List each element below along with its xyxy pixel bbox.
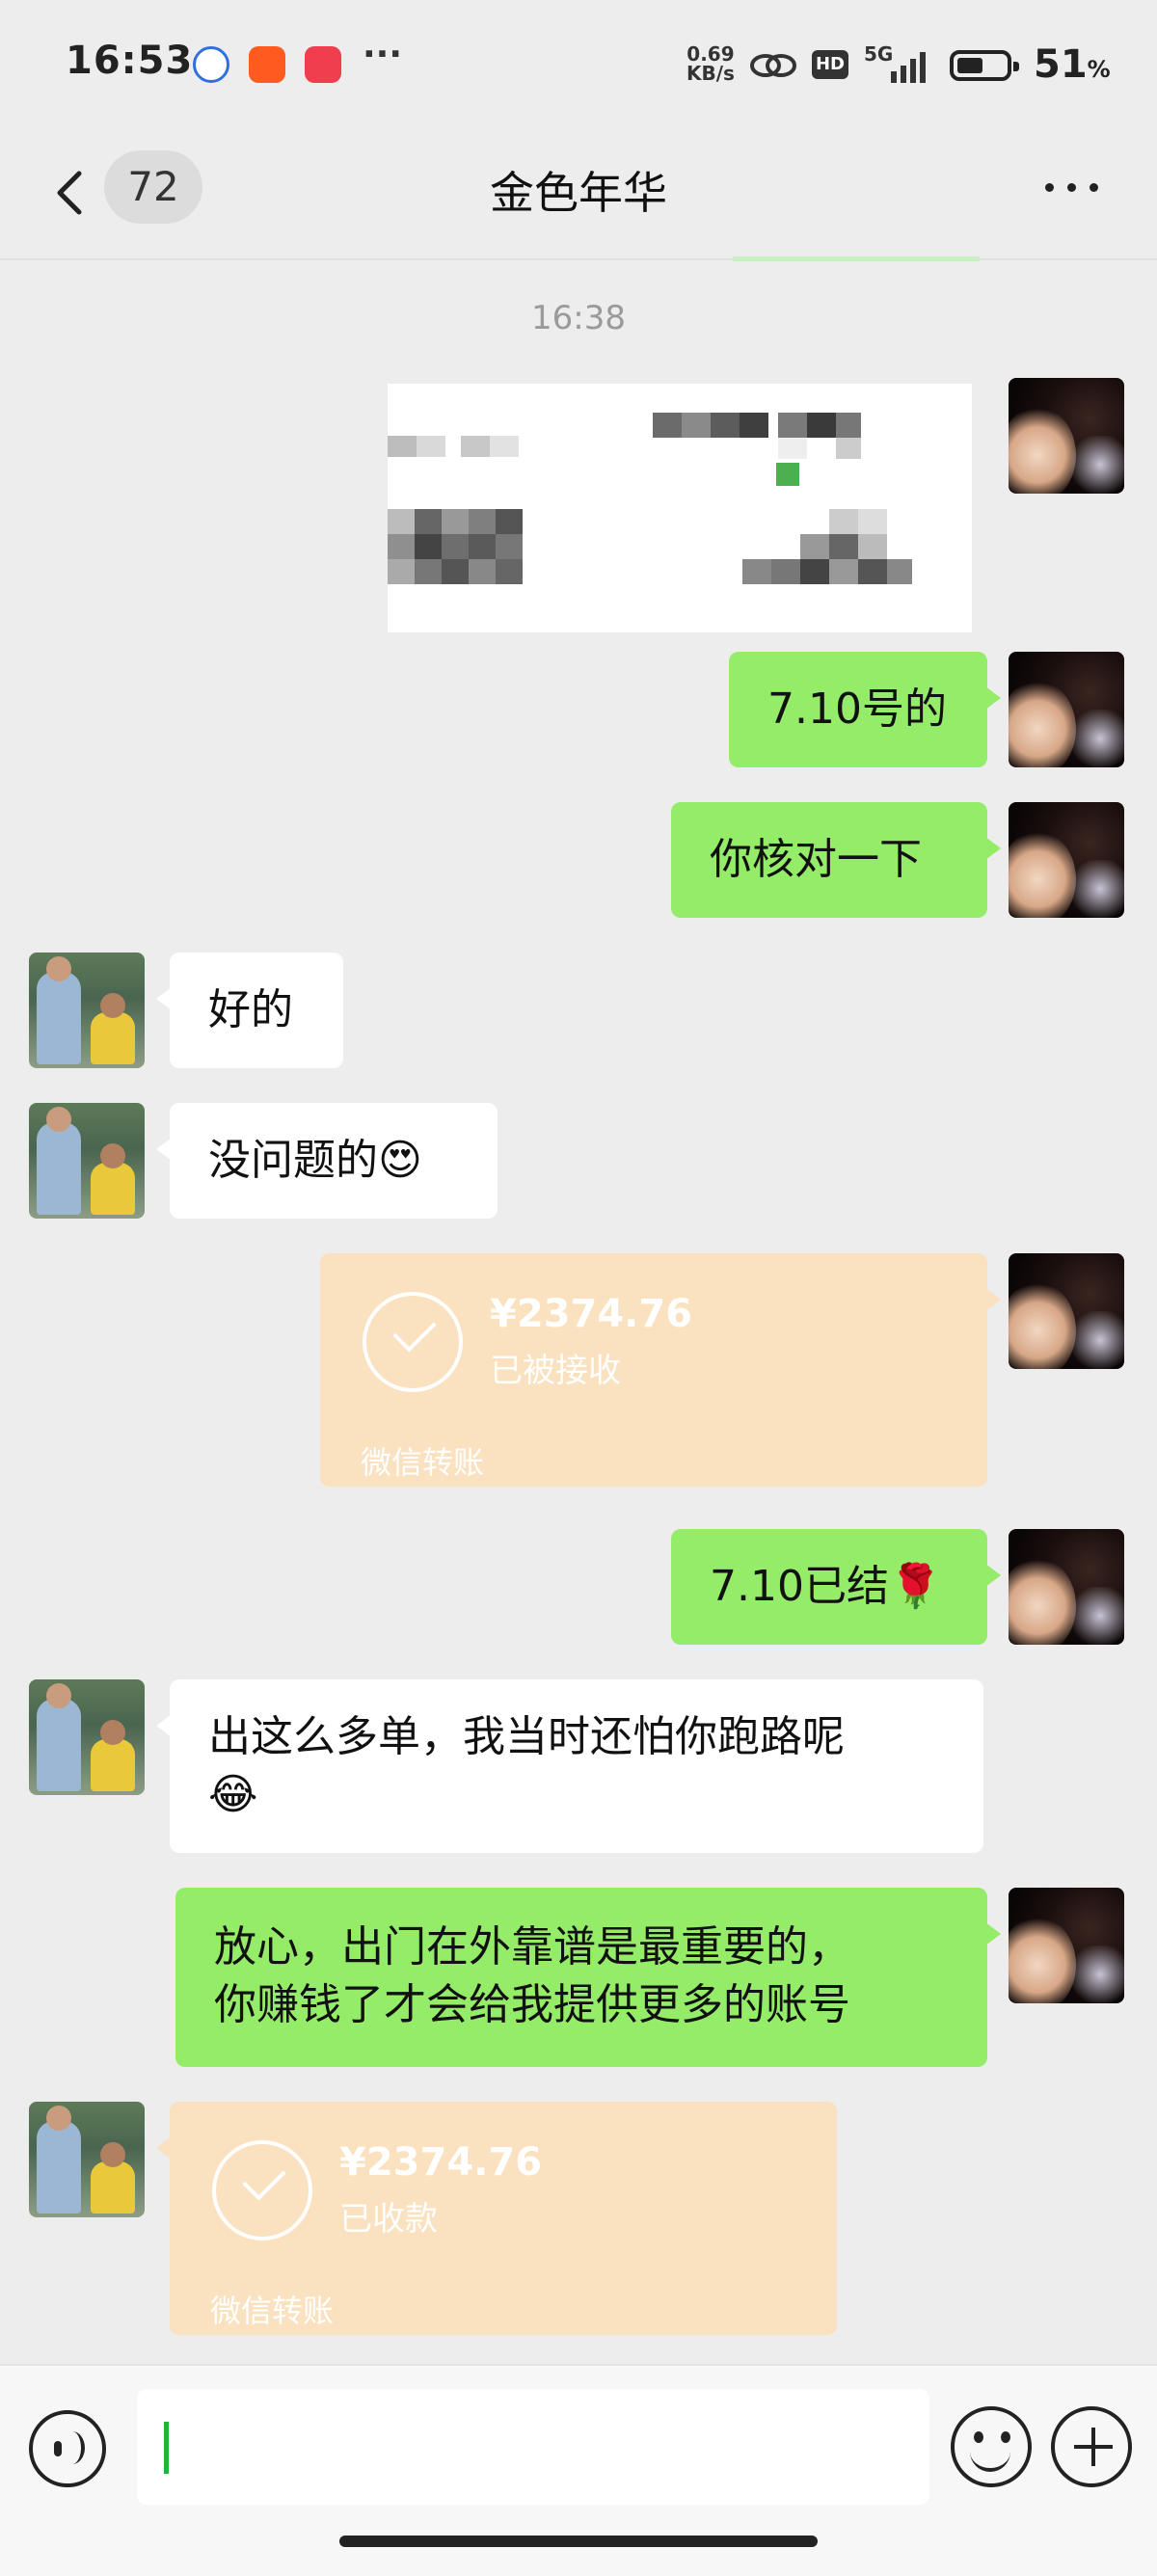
status-time: 16:53 (66, 39, 194, 83)
chat-header: 72 金色年华 (0, 135, 1157, 260)
my-avatar[interactable] (1009, 1529, 1124, 1645)
message-timestamp: 16:38 (531, 299, 626, 337)
message-text-line1: 放心，出门在外靠谱是最重要的， (214, 1922, 850, 1972)
tears-of-joy-emoji: 😂 (208, 1770, 258, 1819)
rose-emoji: 🌹 (888, 1562, 942, 1611)
message-text-line2: 你赚钱了才会给我提供更多的账号 (214, 1980, 850, 2029)
transfer-label: 微信转账 (210, 2293, 335, 2329)
contact-avatar[interactable] (29, 953, 145, 1068)
heart-eyes-emoji: 😍 (378, 1136, 422, 1185)
home-indicator[interactable] (339, 2536, 818, 2547)
message-input[interactable] (137, 2389, 929, 2505)
message-text: 没问题的 (208, 1136, 378, 1185)
chat-title: 金色年华 (490, 167, 667, 219)
contact-avatar[interactable] (29, 2102, 145, 2217)
check-circle-icon (363, 1292, 463, 1392)
more-options-icon[interactable] (1043, 177, 1101, 197)
add-more-icon[interactable] (1051, 2406, 1132, 2487)
message-bubble[interactable]: 7.10号的 (729, 652, 1001, 767)
transfer-amount: ¥2374.76 (339, 2140, 543, 2185)
network-speed-unit: KB/s (686, 62, 735, 85)
message-bubble[interactable]: 7.10已结 🌹 (671, 1529, 1001, 1645)
my-avatar[interactable] (1009, 1253, 1124, 1369)
battery-icon (950, 50, 1019, 81)
message-text: 出这么多单，我当时还怕你跑路呢 (208, 1712, 845, 1761)
voice-input-icon[interactable] (29, 2410, 106, 2487)
my-avatar[interactable] (1009, 1888, 1124, 2003)
scroll-remnant (733, 256, 980, 261)
transfer-label: 微信转账 (361, 1444, 485, 1481)
text-cursor (164, 2422, 169, 2474)
emoji-icon[interactable] (951, 2406, 1032, 2487)
my-avatar[interactable] (1009, 652, 1124, 767)
status-bar: 16:53 ··· 0.69 KB/s HD 5G 51% (0, 0, 1157, 135)
message-bubble[interactable]: 出这么多单，我当时还怕你跑路呢 😂 (156, 1679, 983, 1853)
browser-app-icon (193, 46, 229, 83)
hd-icon: HD (812, 50, 848, 79)
my-avatar[interactable] (1009, 378, 1124, 494)
message-text: 你核对一下 (710, 835, 922, 884)
network-speed-value: 0.69 (686, 42, 735, 66)
check-circle-icon (212, 2140, 312, 2241)
transfer-amount: ¥2374.76 (490, 1292, 693, 1336)
message-bubble[interactable]: 好的 (156, 953, 343, 1068)
message-text: 7.10号的 (767, 684, 947, 734)
contact-avatar[interactable] (29, 1103, 145, 1219)
transfer-card[interactable]: ¥2374.76 已被接收 微信转账 (320, 1253, 1001, 1487)
message-text: 7.10已结 (710, 1562, 889, 1611)
message-text: 好的 (208, 985, 293, 1034)
toutiao-app-icon (305, 46, 341, 83)
battery-percent: 51% (1034, 42, 1111, 87)
transfer-card[interactable]: ¥2374.76 已收款 微信转账 (156, 2102, 837, 2335)
status-more-indicator: ··· (363, 35, 403, 74)
message-bubble[interactable]: 放心，出门在外靠谱是最重要的， 你赚钱了才会给我提供更多的账号 (175, 1888, 1001, 2067)
message-bubble[interactable]: 没问题的 😍 (156, 1103, 498, 1219)
my-avatar[interactable] (1009, 802, 1124, 918)
message-bubble[interactable]: 你核对一下 (671, 802, 1001, 918)
transfer-status: 已被接收 (490, 1352, 621, 1390)
network-speed: 0.69 KB/s (686, 44, 735, 83)
image-message[interactable] (388, 384, 972, 632)
transfer-status: 已收款 (339, 2200, 438, 2239)
contact-avatar[interactable] (29, 1679, 145, 1795)
link-icon (750, 54, 796, 77)
signal-icon (891, 52, 926, 83)
taobao-app-icon (249, 46, 285, 83)
